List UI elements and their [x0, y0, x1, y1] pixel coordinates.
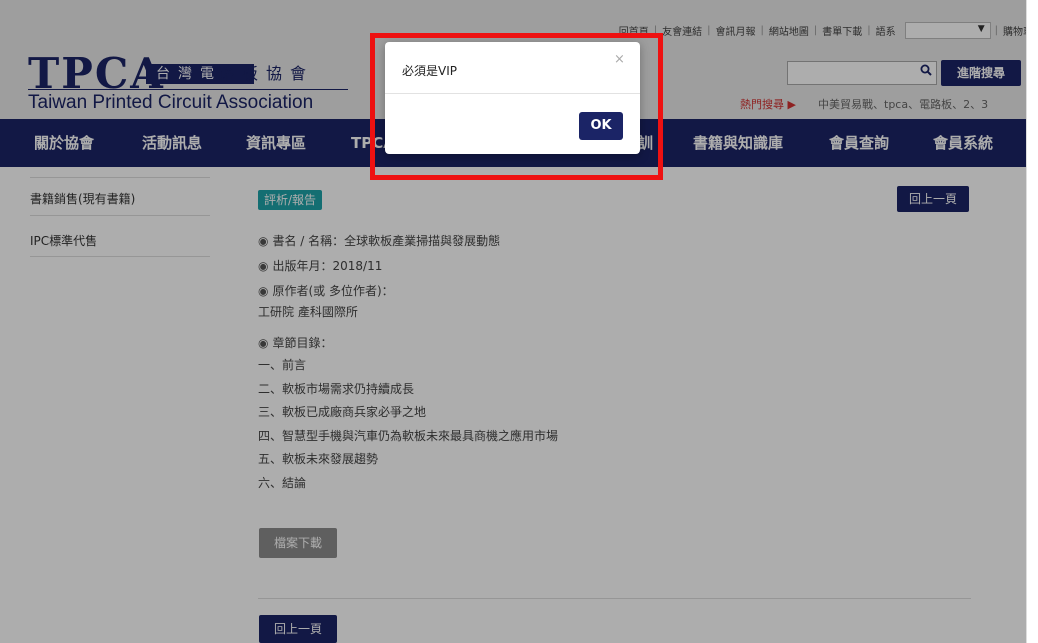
page-scrollbar[interactable]	[1026, 0, 1038, 643]
page: 回首頁 | 友會連結 | 會訊月報 | 網站地圖 | 書單下載 | 語系 ▼ | 購物車 …	[0, 0, 1038, 643]
highlight-box	[370, 33, 663, 180]
